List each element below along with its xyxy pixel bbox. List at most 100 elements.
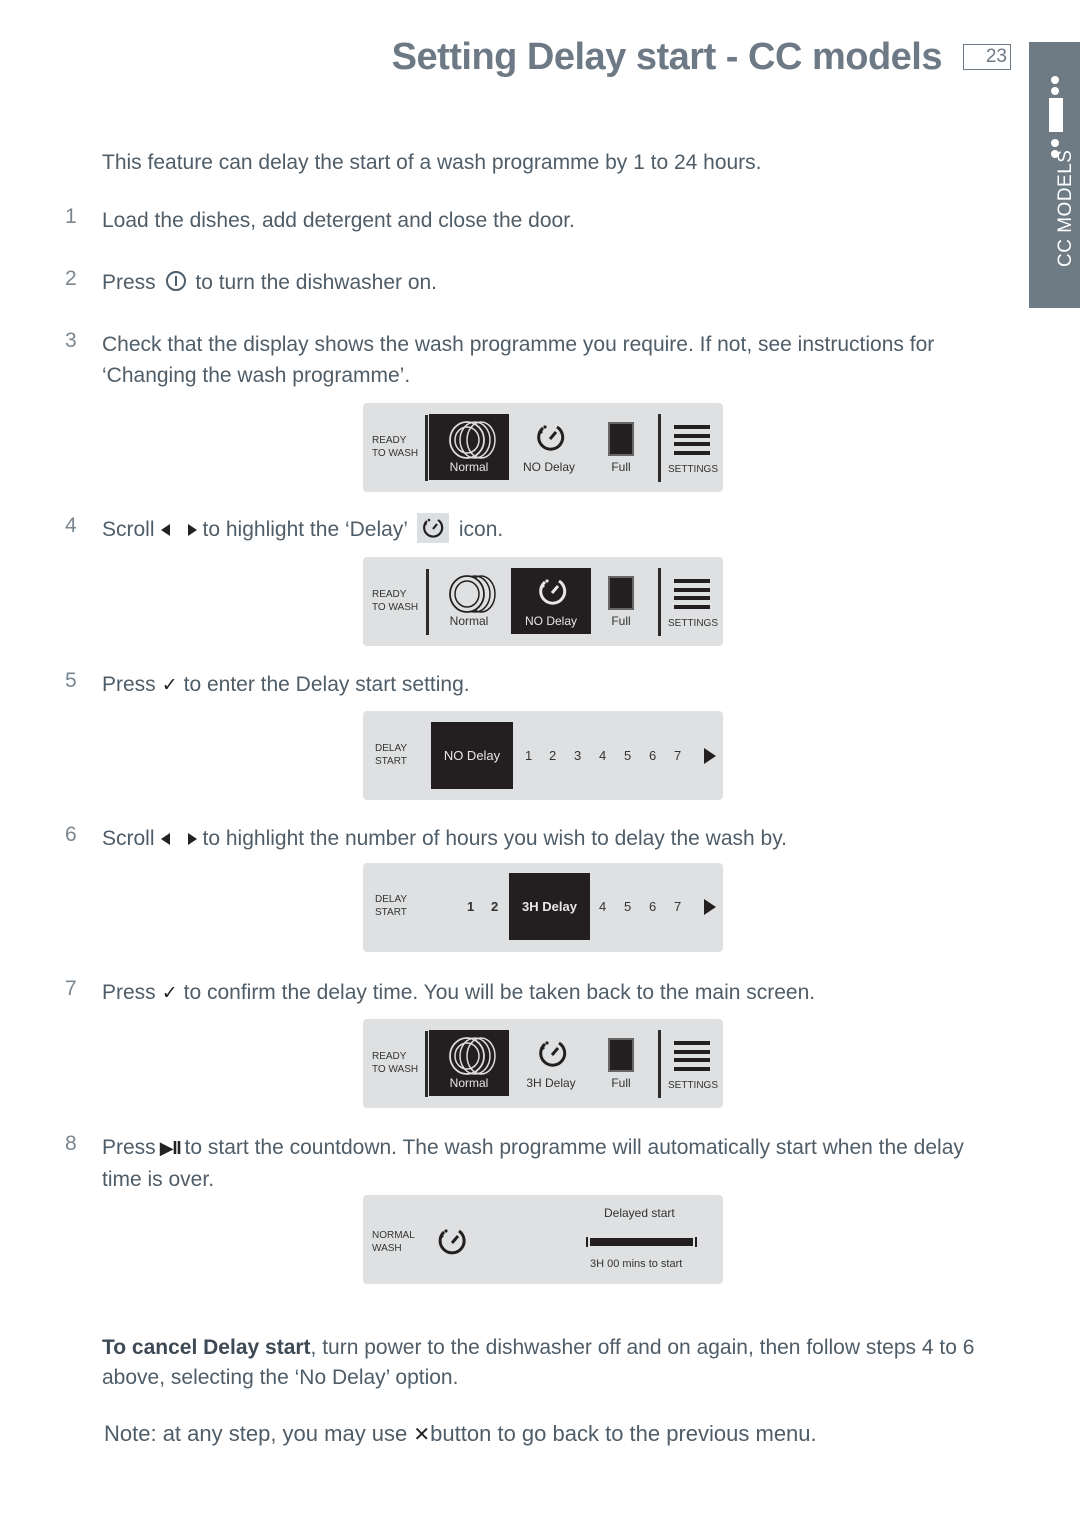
divider bbox=[658, 568, 661, 636]
countdown-heading: Delayed start bbox=[604, 1206, 675, 1220]
page-number: 23 bbox=[963, 44, 1011, 70]
step-text-before: Press bbox=[102, 981, 156, 1004]
step-number: 2 bbox=[65, 267, 77, 290]
tile-delay: NO Delay bbox=[509, 414, 589, 480]
tile-label: Full bbox=[611, 460, 631, 474]
settings-label: SETTINGS bbox=[668, 464, 719, 475]
delay-hour-option: 4 bbox=[599, 748, 607, 763]
back-note: Note: at any step, you may use ✕button t… bbox=[104, 1421, 817, 1447]
dot-icon bbox=[1051, 76, 1059, 84]
settings-menu-icon bbox=[674, 1041, 710, 1075]
step-4-text: Scroll to highlight the ‘Delay’ icon. bbox=[102, 513, 504, 545]
divider bbox=[425, 1031, 428, 1097]
play-pause-icon: ▶II bbox=[159, 1138, 182, 1158]
cancel-heading: To cancel Delay start bbox=[102, 1336, 311, 1359]
step-text: Load the dishes, add detergent and close… bbox=[102, 209, 575, 232]
page-title: Setting Delay start - CC models bbox=[391, 36, 943, 78]
step-number: 8 bbox=[65, 1132, 77, 1155]
status-label: NORMAL WASH bbox=[372, 1230, 415, 1254]
delay-option-selected: 3H Delay bbox=[509, 873, 590, 940]
step-2-text: Press to turn the dishwasher on. bbox=[102, 267, 437, 298]
step-text-line2: ‘Changing the wash programme’. bbox=[102, 364, 411, 387]
step-text-before: Scroll bbox=[102, 827, 155, 850]
dishwasher-model-icon bbox=[1049, 98, 1063, 132]
delay-hour-option: 5 bbox=[624, 899, 632, 914]
step-text-after2: icon. bbox=[458, 518, 504, 541]
step-text: Check that the display shows the wash pr… bbox=[102, 333, 935, 356]
countdown-remaining: 3H 00 mins to start bbox=[590, 1258, 683, 1270]
tile-delay: 3H Delay bbox=[511, 1030, 591, 1096]
step-text-after: to enter the Delay start setting. bbox=[183, 673, 470, 696]
delay-dial-icon bbox=[417, 513, 450, 544]
tile-normal: Normal bbox=[429, 568, 509, 634]
tile-full: Full bbox=[581, 568, 661, 634]
check-icon: ✓ bbox=[161, 983, 178, 1004]
load-full-icon bbox=[608, 576, 634, 610]
step-text-after: to start the countdown. The wash program… bbox=[184, 1136, 964, 1159]
delay-dial-icon bbox=[438, 1229, 466, 1255]
plates-icon bbox=[449, 1037, 496, 1075]
tile-label: 3H Delay bbox=[526, 1076, 576, 1090]
delay-dial-icon bbox=[537, 425, 565, 451]
cancel-text: , turn power to the dishwasher off and o… bbox=[310, 1336, 975, 1359]
progress-cap bbox=[695, 1237, 697, 1247]
tile-label: NO Delay bbox=[522, 460, 575, 474]
step-text-line2: time is over. bbox=[102, 1168, 215, 1191]
scroll-left-icon bbox=[160, 524, 170, 537]
step-text-before: Scroll bbox=[102, 518, 155, 541]
delay-hour-option: 2 bbox=[549, 748, 557, 763]
tile-label: Normal bbox=[449, 460, 489, 474]
more-options-arrow-icon bbox=[704, 748, 716, 764]
intro-text: This feature can delay the start of a wa… bbox=[102, 151, 762, 174]
check-icon: ✓ bbox=[161, 675, 178, 696]
step-number: 4 bbox=[65, 514, 77, 537]
tile-label: Full bbox=[611, 1076, 631, 1090]
side-tab-label: CC MODELS bbox=[1055, 149, 1076, 267]
settings-menu-icon bbox=[674, 425, 710, 459]
tile-full: Full bbox=[581, 414, 661, 480]
more-options-arrow-icon bbox=[704, 899, 716, 915]
settings-label: SETTINGS bbox=[668, 1080, 719, 1091]
delay-hour-option: 5 bbox=[624, 748, 632, 763]
step-text-before: Press bbox=[102, 271, 156, 294]
cancel-instructions: To cancel Delay start, turn power to the… bbox=[102, 1333, 1002, 1393]
divider bbox=[425, 415, 428, 481]
display-panel-main: READY TO WASH Normal NO Delay Full SETTIN… bbox=[363, 557, 723, 646]
tile-delay: NO Delay bbox=[511, 568, 591, 634]
step-8-text: Press ▶II to start the countdown. The wash… bbox=[102, 1132, 1002, 1195]
plates-icon bbox=[449, 421, 496, 459]
note-text-after: button to go back to the previous menu. bbox=[430, 1421, 817, 1446]
delay-hour-option: 7 bbox=[674, 899, 682, 914]
delay-hour-option: 4 bbox=[599, 899, 607, 914]
delay-hour-option: 1 bbox=[525, 748, 533, 763]
dot-icon bbox=[1051, 139, 1059, 147]
step-number: 1 bbox=[65, 205, 77, 228]
delay-hour-option: 3 bbox=[574, 748, 582, 763]
delay-option-selected: NO Delay bbox=[431, 722, 513, 789]
power-icon bbox=[165, 271, 186, 292]
status-label: READY TO WASH bbox=[372, 589, 419, 613]
progress-fill bbox=[590, 1238, 693, 1246]
step-text-after: to highlight the number of hours you wis… bbox=[202, 827, 787, 850]
step-number: 6 bbox=[65, 823, 77, 846]
delay-dial-icon bbox=[539, 579, 567, 605]
note-text-before: Note: at any step, you may use bbox=[104, 1421, 408, 1446]
status-label: READY TO WASH bbox=[372, 1051, 419, 1075]
delay-hour-option: 6 bbox=[649, 748, 657, 763]
tile-normal: Normal bbox=[429, 414, 509, 480]
load-full-icon bbox=[608, 422, 634, 456]
display-panel-main: READY TO WASH Normal NO Delay Full SETTIN… bbox=[363, 403, 723, 492]
tile-normal: Normal bbox=[429, 1030, 509, 1096]
delay-dial-icon bbox=[539, 1041, 567, 1067]
dot-icon bbox=[1051, 87, 1059, 95]
plates-icon bbox=[449, 575, 496, 613]
scroll-left-icon bbox=[160, 833, 170, 846]
delay-hour-option: 7 bbox=[674, 748, 682, 763]
step-text-after: to highlight the ‘Delay’ bbox=[202, 518, 408, 541]
step-6-text: Scroll to highlight the number of hours y… bbox=[102, 823, 787, 854]
delay-hour-option: 2 bbox=[491, 899, 499, 914]
countdown-progress-bar bbox=[586, 1237, 697, 1247]
delay-hour-option: 1 bbox=[467, 899, 475, 914]
step-7-text: Press ✓ to confirm the delay time. You wil… bbox=[102, 977, 815, 1009]
cancel-text-line2: above, selecting the ‘No Delay’ option. bbox=[102, 1366, 459, 1389]
